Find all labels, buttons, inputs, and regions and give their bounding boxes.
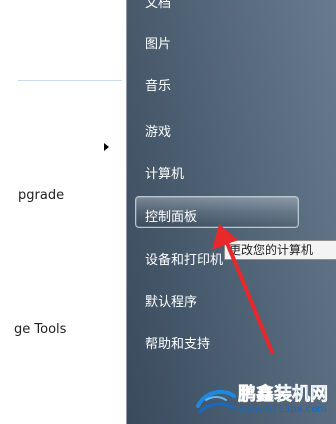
- menu-item-music[interactable]: 音乐: [145, 75, 171, 94]
- watermark-url: www.0753px.com: [238, 404, 328, 415]
- left-divider: [18, 80, 122, 81]
- menu-item-games[interactable]: 游戏: [145, 121, 171, 140]
- submenu-arrow-icon[interactable]: [104, 143, 109, 151]
- menu-item-documents[interactable]: 文档: [145, 0, 171, 11]
- watermark: 鹏鑫装机网 www.0753px.com: [194, 378, 336, 424]
- watermark-name: 鹏鑫装机网: [238, 384, 329, 406]
- program-item-upgrade[interactable]: pgrade: [18, 188, 64, 203]
- menu-item-default-programs[interactable]: 默认程序: [145, 291, 197, 310]
- menu-item-pictures[interactable]: 图片: [145, 33, 171, 52]
- program-item-tools[interactable]: ge Tools: [14, 322, 66, 337]
- left-pane: pgrade ge Tools: [0, 0, 126, 424]
- menu-item-help-support[interactable]: 帮助和支持: [145, 333, 210, 352]
- menu-item-computer[interactable]: 计算机: [145, 163, 184, 182]
- menu-item-control-panel[interactable]: 控制面板: [145, 206, 197, 225]
- watermark-swirl-icon: [196, 389, 236, 414]
- menu-item-devices-printers[interactable]: 设备和打印机: [145, 249, 223, 268]
- tooltip: 更改您的计算机: [224, 240, 336, 260]
